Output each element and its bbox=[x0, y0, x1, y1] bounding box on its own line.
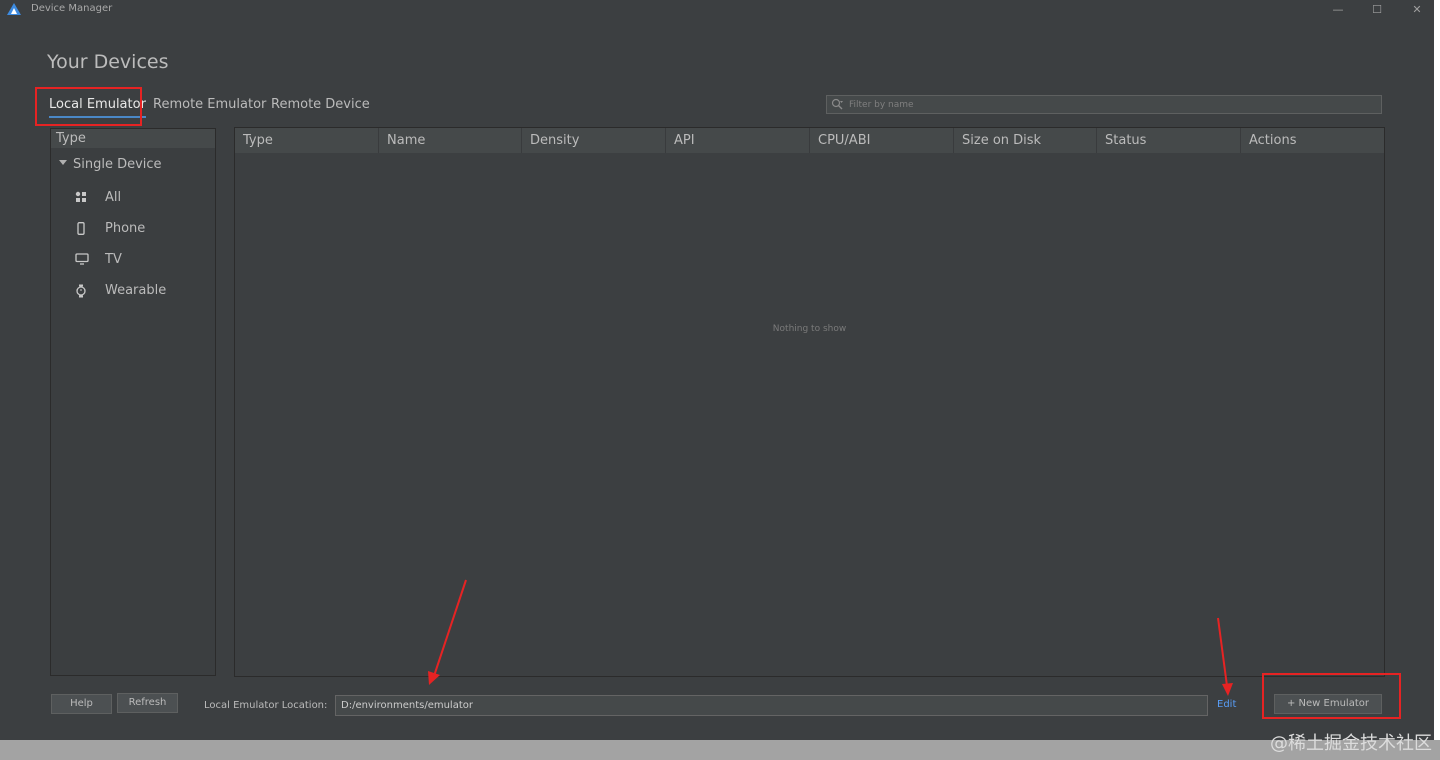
tree-item-wearable[interactable]: Wearable bbox=[75, 282, 195, 300]
app-logo-icon bbox=[7, 3, 21, 15]
column-header-density[interactable]: Density bbox=[522, 128, 666, 153]
column-header-type[interactable]: Type bbox=[235, 128, 379, 153]
expand-triangle-icon[interactable] bbox=[59, 160, 67, 165]
column-header-status[interactable]: Status bbox=[1097, 128, 1241, 153]
bottom-strip bbox=[0, 740, 1440, 760]
window-edge bbox=[1434, 0, 1440, 740]
column-header-api[interactable]: API bbox=[666, 128, 810, 153]
tree-item-label: Wearable bbox=[105, 283, 167, 298]
watermark-text: @稀土掘金技术社区 bbox=[1270, 733, 1432, 754]
tree-item-tv[interactable]: TV bbox=[75, 251, 195, 269]
tab-remote-device[interactable]: Remote Device bbox=[271, 97, 370, 115]
column-header-size-on-disk[interactable]: Size on Disk bbox=[954, 128, 1097, 153]
tree-item-phone[interactable]: Phone bbox=[75, 220, 195, 238]
close-button[interactable]: ✕ bbox=[1402, 1, 1432, 19]
table-header: Type Name Density API CPU/ABI Size on Di… bbox=[235, 128, 1384, 153]
column-header-cpu-abi[interactable]: CPU/ABI bbox=[810, 128, 954, 153]
tree-item-label: All bbox=[105, 190, 122, 205]
column-header-name[interactable]: Name bbox=[379, 128, 522, 153]
watch-icon bbox=[76, 284, 86, 298]
phone-icon bbox=[77, 222, 85, 235]
search-icon bbox=[831, 98, 843, 110]
tv-icon bbox=[75, 253, 89, 265]
tab-remote-emulator[interactable]: Remote Emulator bbox=[153, 97, 266, 115]
edit-location-link[interactable]: Edit bbox=[1217, 699, 1236, 710]
type-panel-header: Type bbox=[51, 129, 215, 148]
emulator-location-input[interactable] bbox=[335, 695, 1208, 716]
refresh-button[interactable]: Refresh bbox=[117, 693, 178, 713]
title-bar: Device Manager — ☐ ✕ bbox=[0, 0, 1440, 20]
help-button[interactable]: Help bbox=[51, 694, 112, 714]
annotation-arrowhead-edit bbox=[1222, 683, 1233, 696]
annotation-box-new-emulator bbox=[1262, 673, 1401, 719]
tree-item-all[interactable]: All bbox=[75, 189, 195, 207]
tree-item-label: Phone bbox=[105, 221, 146, 236]
empty-state-text: Nothing to show bbox=[772, 324, 847, 334]
tree-group-single-device[interactable]: Single Device bbox=[59, 157, 162, 172]
page-title: Your Devices bbox=[47, 51, 169, 73]
device-type-panel: Type Single Device All Phone TV Wearable bbox=[50, 128, 216, 676]
device-table: Type Name Density API CPU/ABI Size on Di… bbox=[234, 127, 1385, 677]
window-title: Device Manager bbox=[31, 3, 113, 14]
minimize-button[interactable]: — bbox=[1323, 1, 1353, 19]
filter-box[interactable] bbox=[826, 95, 1382, 114]
maximize-button[interactable]: ☐ bbox=[1362, 1, 1392, 19]
filter-input[interactable] bbox=[849, 96, 1369, 113]
tree-group-label: Single Device bbox=[73, 157, 162, 172]
emulator-location-label: Local Emulator Location: bbox=[204, 700, 328, 711]
column-header-actions[interactable]: Actions bbox=[1241, 128, 1384, 153]
grid-icon bbox=[75, 191, 86, 202]
tree-item-label: TV bbox=[105, 252, 122, 267]
annotation-box-local-emulator bbox=[35, 87, 142, 126]
